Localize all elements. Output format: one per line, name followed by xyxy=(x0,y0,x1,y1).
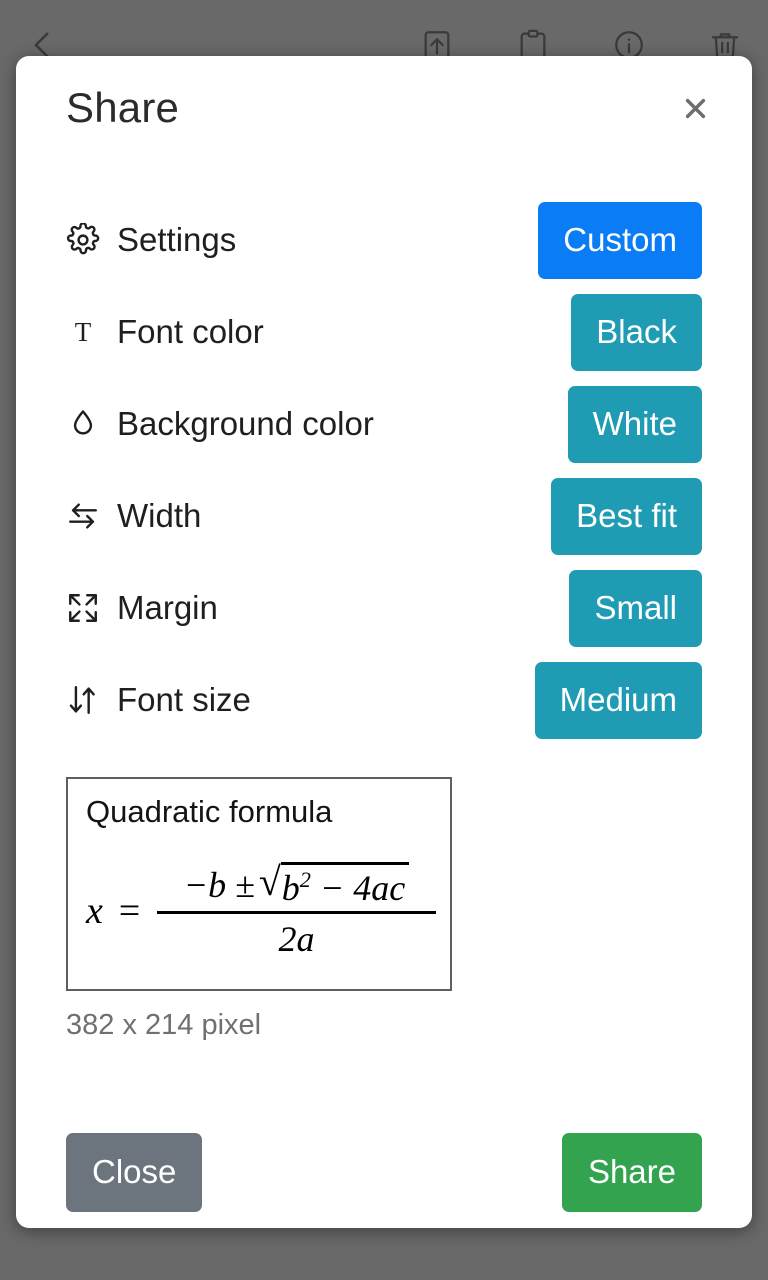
close-icon xyxy=(685,98,705,118)
preview-size-label: 382 x 214 pixel xyxy=(66,1009,262,1041)
formula-lhs: x = xyxy=(86,890,145,933)
setting-value-width[interactable]: Best fit xyxy=(551,477,702,555)
setting-row-font-color: T Font color Black xyxy=(66,286,702,378)
setting-row-margin: Margin Small xyxy=(66,562,702,654)
close-dialog-button[interactable] xyxy=(672,85,718,131)
setting-value-settings[interactable]: Custom xyxy=(538,201,702,279)
preview-formula: x = −b ± √ b2 − 4ac 2a xyxy=(86,861,436,962)
setting-value-background-color[interactable]: White xyxy=(567,385,702,463)
text-color-icon: T xyxy=(74,316,92,347)
close-button[interactable]: Close xyxy=(66,1133,203,1212)
preview-title: Quadratic formula xyxy=(86,794,333,829)
radicand: b2 − 4ac xyxy=(280,862,410,909)
formula-numerator: −b ± √ b2 − 4ac xyxy=(183,859,410,911)
setting-row-settings: Settings Custom xyxy=(66,194,702,286)
setting-label-margin: Margin xyxy=(117,589,218,626)
radical-icon: √ b2 − 4ac xyxy=(257,859,410,909)
radicand-rest: − 4ac xyxy=(319,868,406,908)
share-dialog: Share Settings Custom T Font color Black… xyxy=(16,56,752,1228)
setting-label-settings: Settings xyxy=(117,221,237,258)
dialog-footer: Close Share xyxy=(16,1133,752,1212)
setting-label-background-color: Background color xyxy=(117,405,374,442)
setting-label-font-color: Font color xyxy=(117,313,264,350)
setting-value-margin[interactable]: Small xyxy=(569,569,702,647)
setting-row-width: Width Best fit xyxy=(66,470,702,562)
formula-denominator: 2a xyxy=(278,919,315,960)
settings-list: Settings Custom T Font color Black Backg… xyxy=(16,160,752,746)
page-title: Share xyxy=(66,84,180,131)
setting-value-font-size[interactable]: Medium xyxy=(534,661,702,739)
dialog-header: Share xyxy=(16,56,752,160)
preview-box[interactable]: Quadratic formula x = −b ± √ b2 − 4ac 2a xyxy=(66,777,452,991)
share-button[interactable]: Share xyxy=(561,1133,702,1212)
radicand-exponent: 2 xyxy=(299,867,311,892)
expand-icon xyxy=(66,591,100,625)
width-arrows-icon xyxy=(66,499,100,533)
formula-fraction: −b ± √ b2 − 4ac 2a xyxy=(157,861,436,962)
setting-label-width: Width xyxy=(117,497,202,534)
setting-value-font-color[interactable]: Black xyxy=(571,293,702,371)
setting-row-font-size: Font size Medium xyxy=(66,654,702,746)
radicand-base: b xyxy=(281,868,300,908)
formula-numerator-prefix: −b ± xyxy=(183,865,255,905)
font-size-icon xyxy=(66,683,100,717)
setting-label-font-size: Font size xyxy=(117,681,251,718)
preview-wrapper: Quadratic formula x = −b ± √ b2 − 4ac 2a xyxy=(16,746,752,991)
radical-sign: √ xyxy=(258,859,281,904)
gear-icon xyxy=(66,223,100,257)
droplet-icon xyxy=(66,407,100,441)
setting-row-background-color: Background color White xyxy=(66,378,702,470)
